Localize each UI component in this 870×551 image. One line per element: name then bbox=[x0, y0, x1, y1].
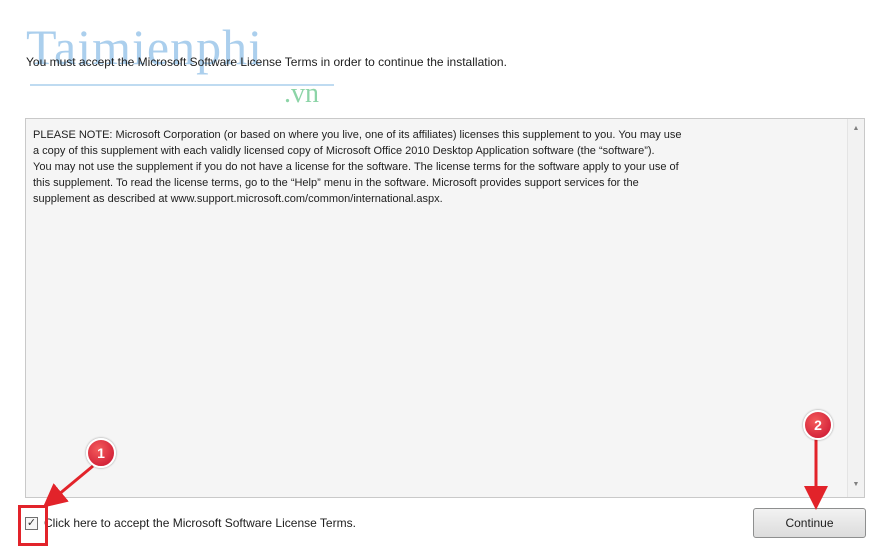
annotation-arrows bbox=[42, 438, 828, 510]
license-dialog: Taimienphi .vn You must accept the Micro… bbox=[0, 0, 870, 551]
step-1-marker: 1 bbox=[86, 438, 116, 468]
step-2-marker: 2 bbox=[803, 410, 833, 440]
arrow-to-checkbox bbox=[42, 464, 94, 508]
